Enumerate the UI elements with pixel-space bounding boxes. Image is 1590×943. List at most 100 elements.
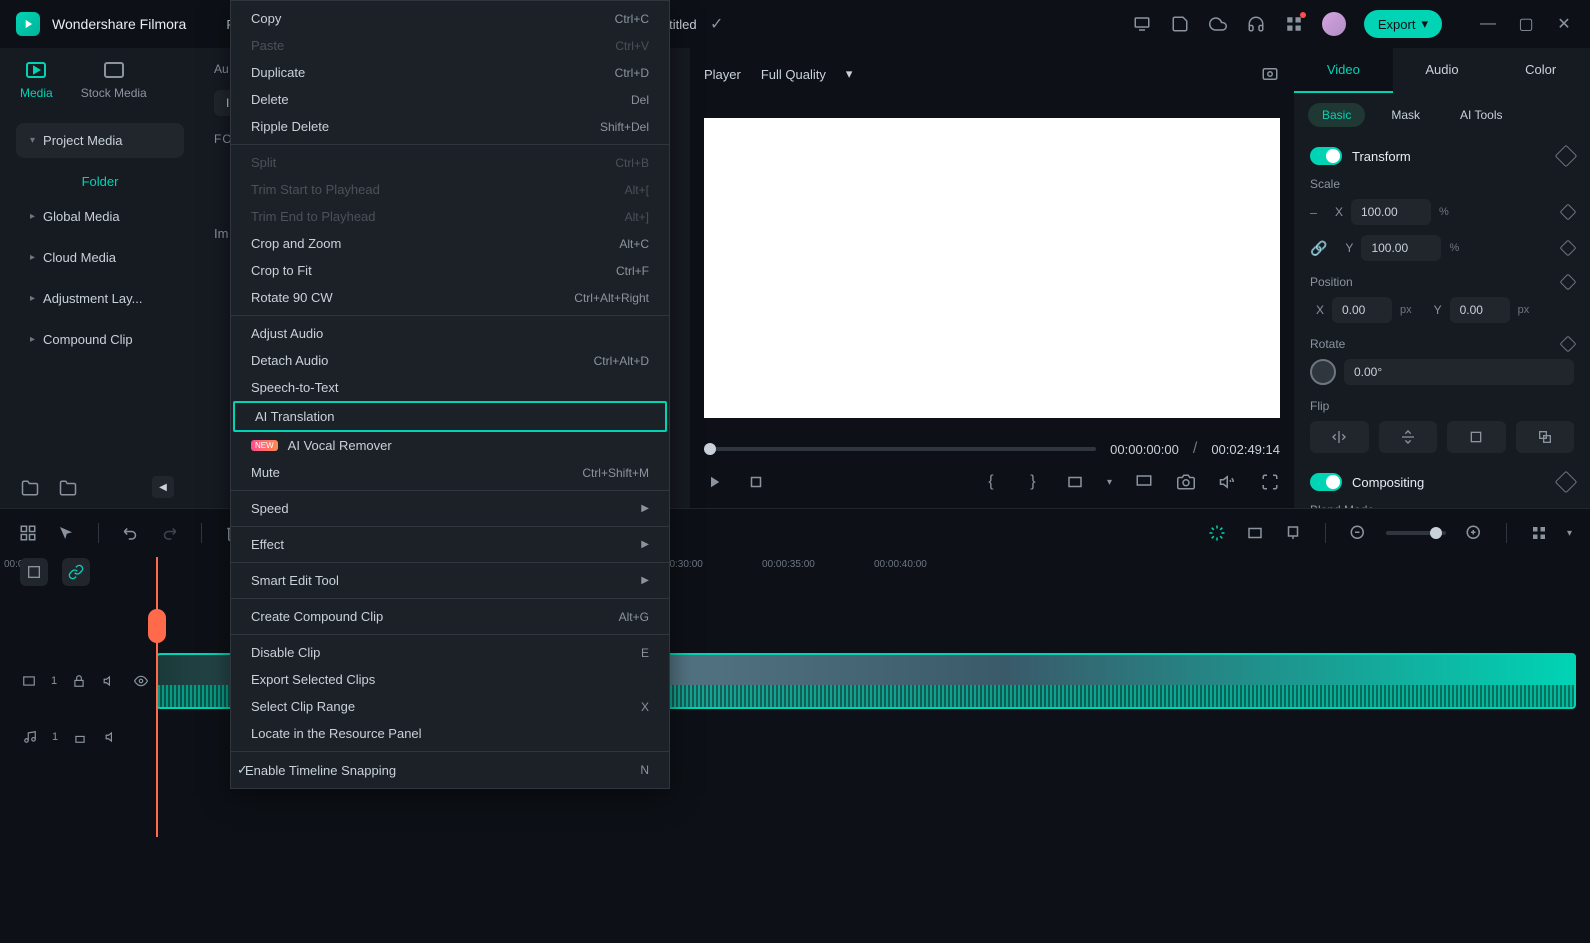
new-folder-icon[interactable]: [20, 478, 40, 498]
chevron-down-icon[interactable]: ▾: [1567, 528, 1572, 539]
export-button[interactable]: Export▾: [1364, 10, 1442, 38]
transform-toggle[interactable]: [1310, 147, 1342, 165]
context-menu-item-ripple-delete[interactable]: Ripple DeleteShift+Del: [231, 113, 669, 140]
rotation-knob[interactable]: [1310, 359, 1336, 385]
cursor-icon[interactable]: [56, 523, 76, 543]
context-menu-item-locate-in-the-resource-panel[interactable]: Locate in the Resource Panel: [231, 720, 669, 747]
context-menu-item-crop-to-fit[interactable]: Crop to FitCtrl+F: [231, 257, 669, 284]
tab-audio[interactable]: Audio: [1393, 48, 1492, 93]
scrub-slider[interactable]: [704, 447, 1096, 451]
sidebar-project-media[interactable]: ▾Project Media: [16, 123, 184, 158]
tab-video[interactable]: Video: [1294, 48, 1393, 93]
context-menu-item-ai-vocal-remover[interactable]: NEWAI Vocal Remover: [231, 432, 669, 459]
keyframe-icon[interactable]: [1560, 336, 1577, 353]
play-button[interactable]: [704, 472, 724, 492]
zoom-in-icon[interactable]: [1464, 523, 1484, 543]
sidebar-cloud-media[interactable]: ▸Cloud Media: [16, 240, 184, 275]
keyframe-icon[interactable]: [1560, 204, 1577, 221]
volume-icon[interactable]: [1218, 472, 1238, 492]
keyframe-icon[interactable]: [1560, 240, 1577, 257]
context-menu-item-select-clip-range[interactable]: Select Clip RangeX: [231, 693, 669, 720]
user-avatar[interactable]: [1322, 12, 1346, 36]
context-menu-item-ai-translation[interactable]: AI Translation: [233, 401, 667, 432]
sidebar-compound-clip[interactable]: ▸Compound Clip: [16, 322, 184, 357]
context-menu-item-speech-to-text[interactable]: Speech-to-Text: [231, 374, 669, 401]
ratio-icon[interactable]: [1065, 472, 1085, 492]
context-menu-item-rotate-90-cw[interactable]: Rotate 90 CWCtrl+Alt+Right: [231, 284, 669, 311]
link-button-2[interactable]: [62, 558, 90, 586]
context-menu-item-speed[interactable]: Speed▶: [231, 495, 669, 522]
headphones-icon[interactable]: [1246, 14, 1266, 34]
keyframe-icon[interactable]: [1555, 471, 1578, 494]
camera-icon[interactable]: [1176, 472, 1196, 492]
fullscreen-icon[interactable]: [1260, 472, 1280, 492]
flip-button-4[interactable]: [1516, 421, 1575, 453]
apps-icon[interactable]: [1284, 14, 1304, 34]
context-menu-item-crop-and-zoom[interactable]: Crop and ZoomAlt+C: [231, 230, 669, 257]
context-menu-item-copy[interactable]: CopyCtrl+C: [231, 5, 669, 32]
tab-stock-media[interactable]: Stock Media: [81, 60, 147, 100]
scale-x-input[interactable]: [1351, 199, 1431, 225]
chevron-down-icon[interactable]: ▾: [1107, 477, 1112, 488]
monitor-icon[interactable]: [1132, 14, 1152, 34]
mark-out-icon[interactable]: }: [1023, 472, 1043, 492]
maximize-icon[interactable]: ▢: [1516, 14, 1536, 34]
scale-y-input[interactable]: [1361, 235, 1441, 261]
view-icon[interactable]: [1529, 523, 1549, 543]
context-menu-item-create-compound-clip[interactable]: Create Compound ClipAlt+G: [231, 603, 669, 630]
compositing-toggle[interactable]: [1310, 473, 1342, 491]
context-menu-item-mute[interactable]: MuteCtrl+Shift+M: [231, 459, 669, 486]
keyframe-icon[interactable]: [1555, 145, 1578, 168]
marker-icon[interactable]: [1283, 523, 1303, 543]
context-menu-item-smart-edit-tool[interactable]: Smart Edit Tool▶: [231, 567, 669, 594]
position-y-input[interactable]: [1450, 297, 1510, 323]
minimize-icon[interactable]: —: [1478, 14, 1498, 34]
redo-icon[interactable]: [159, 523, 179, 543]
subtab-basic[interactable]: Basic: [1308, 103, 1365, 127]
quality-dropdown[interactable]: Full Quality▾: [761, 66, 853, 82]
flip-vertical-button[interactable]: [1379, 421, 1438, 453]
lock-icon[interactable]: ⎯: [1310, 204, 1317, 221]
context-menu-item-detach-audio[interactable]: Detach AudioCtrl+Alt+D: [231, 347, 669, 374]
context-menu-item-delete[interactable]: DeleteDel: [231, 86, 669, 113]
mute-track-icon[interactable]: [102, 727, 122, 747]
crop-icon[interactable]: [1245, 523, 1265, 543]
stop-button[interactable]: [746, 472, 766, 492]
keyframe-icon[interactable]: [1560, 274, 1577, 291]
context-menu-item-duplicate[interactable]: DuplicateCtrl+D: [231, 59, 669, 86]
context-menu-item-export-selected-clips[interactable]: Export Selected Clips: [231, 666, 669, 693]
zoom-slider[interactable]: [1386, 531, 1446, 535]
rotate-input[interactable]: [1344, 359, 1574, 385]
close-icon[interactable]: ✕: [1554, 14, 1574, 34]
visible-track-icon[interactable]: [131, 671, 150, 691]
display-icon[interactable]: [1134, 472, 1154, 492]
snapshot-icon[interactable]: [1260, 64, 1280, 84]
context-menu-item-enable-timeline-snapping[interactable]: ✓ Enable Timeline SnappingN: [231, 756, 669, 784]
position-x-input[interactable]: [1332, 297, 1392, 323]
flip-horizontal-button[interactable]: [1310, 421, 1369, 453]
sidebar-adjustment-layer[interactable]: ▸Adjustment Lay...: [16, 281, 184, 316]
playhead[interactable]: [156, 557, 158, 837]
tab-audio-partial[interactable]: Au: [214, 62, 229, 76]
context-menu-item-effect[interactable]: Effect▶: [231, 531, 669, 558]
undo-icon[interactable]: [121, 523, 141, 543]
sidebar-global-media[interactable]: ▸Global Media: [16, 199, 184, 234]
link-button-1[interactable]: [20, 558, 48, 586]
sidebar-folder[interactable]: Folder: [16, 164, 184, 199]
folder-icon[interactable]: [58, 478, 78, 498]
context-menu-item-adjust-audio[interactable]: Adjust Audio: [231, 320, 669, 347]
mark-in-icon[interactable]: {: [981, 472, 1001, 492]
lock-track-icon[interactable]: [70, 727, 90, 747]
mute-track-icon[interactable]: [100, 671, 119, 691]
context-menu-item-disable-clip[interactable]: Disable ClipE: [231, 639, 669, 666]
flip-button-3[interactable]: [1447, 421, 1506, 453]
zoom-out-icon[interactable]: [1348, 523, 1368, 543]
tab-color[interactable]: Color: [1491, 48, 1590, 93]
lock-track-icon[interactable]: [69, 671, 88, 691]
subtab-ai-tools[interactable]: AI Tools: [1446, 103, 1516, 127]
link-icon[interactable]: 🔗: [1310, 240, 1327, 257]
auto-icon[interactable]: [1207, 523, 1227, 543]
collapse-sidebar-button[interactable]: ◀: [152, 476, 174, 498]
save-icon[interactable]: [1170, 14, 1190, 34]
layout-icon[interactable]: [18, 523, 38, 543]
